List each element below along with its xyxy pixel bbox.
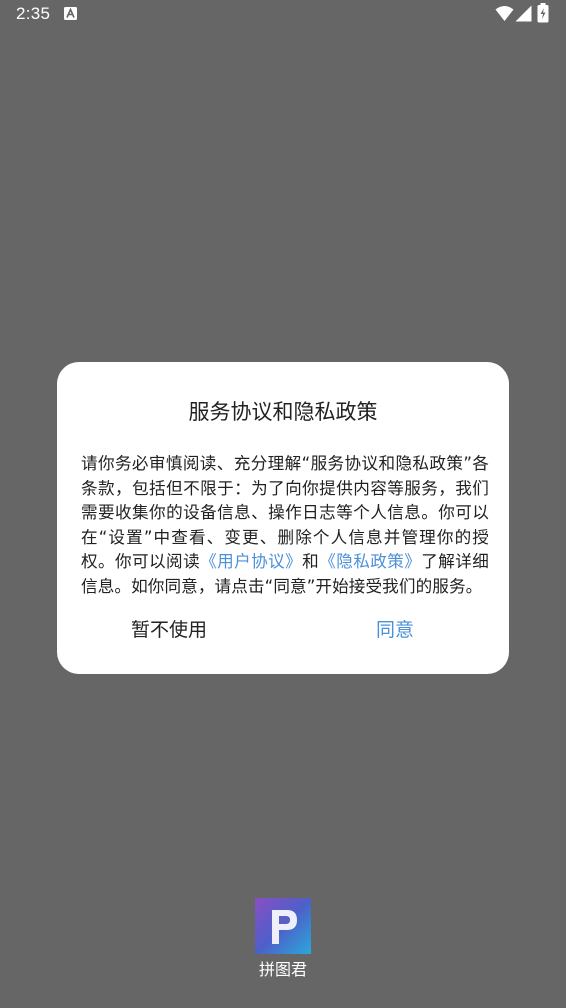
cell-signal-icon	[515, 5, 532, 22]
body-text-and: 和	[302, 552, 320, 571]
app-logo	[255, 898, 311, 954]
app-notification-icon	[64, 7, 77, 20]
decline-button[interactable]: 暂不使用	[89, 614, 249, 646]
battery-charging-icon	[537, 3, 549, 23]
dialog-body: 请你务必审慎阅读、充分理解“服务协议和隐私政策”各条款，包括但不限于：为了向你提…	[81, 452, 489, 599]
privacy-dialog: 服务协议和隐私政策 请你务必审慎阅读、充分理解“服务协议和隐私政策”各条款，包括…	[57, 362, 509, 674]
wifi-icon	[495, 6, 514, 21]
user-agreement-link[interactable]: 《用户协议》	[200, 552, 302, 571]
agree-button[interactable]: 同意	[315, 614, 475, 646]
status-time: 2:35	[16, 4, 51, 23]
privacy-policy-link[interactable]: 《隐私政策》	[319, 552, 421, 571]
app-name: 拼图君	[258, 960, 307, 979]
status-bar: 2:35	[0, 0, 566, 30]
dialog-title: 服务协议和隐私政策	[188, 400, 378, 424]
